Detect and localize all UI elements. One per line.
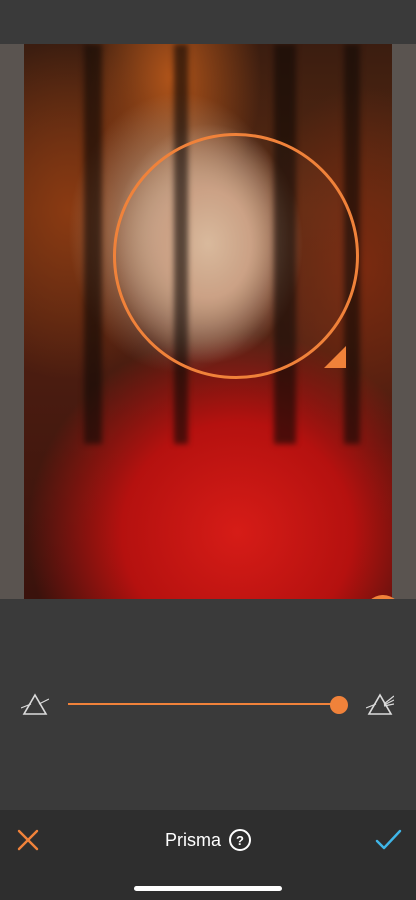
question-circle-icon[interactable]: ? <box>229 829 251 851</box>
checkmark-icon[interactable] <box>373 825 403 855</box>
intensity-panel <box>0 599 416 810</box>
image-canvas[interactable] <box>0 44 416 633</box>
status-bar <box>0 0 416 44</box>
effect-title: Prisma <box>164 829 221 850</box>
prism-icon <box>366 693 394 715</box>
bottom-toolbar: Prisma ? <box>0 810 416 900</box>
focus-resize-handle[interactable] <box>324 346 346 368</box>
effect-title-group: Prisma ? <box>0 826 416 854</box>
intensity-slider-track[interactable] <box>68 703 339 705</box>
prism-icon <box>21 693 49 715</box>
edited-photo <box>24 44 392 599</box>
background-tree <box>84 44 102 444</box>
home-indicator <box>134 886 282 891</box>
intensity-slider-thumb[interactable] <box>330 696 348 714</box>
effect-focus-circle[interactable] <box>113 133 359 379</box>
